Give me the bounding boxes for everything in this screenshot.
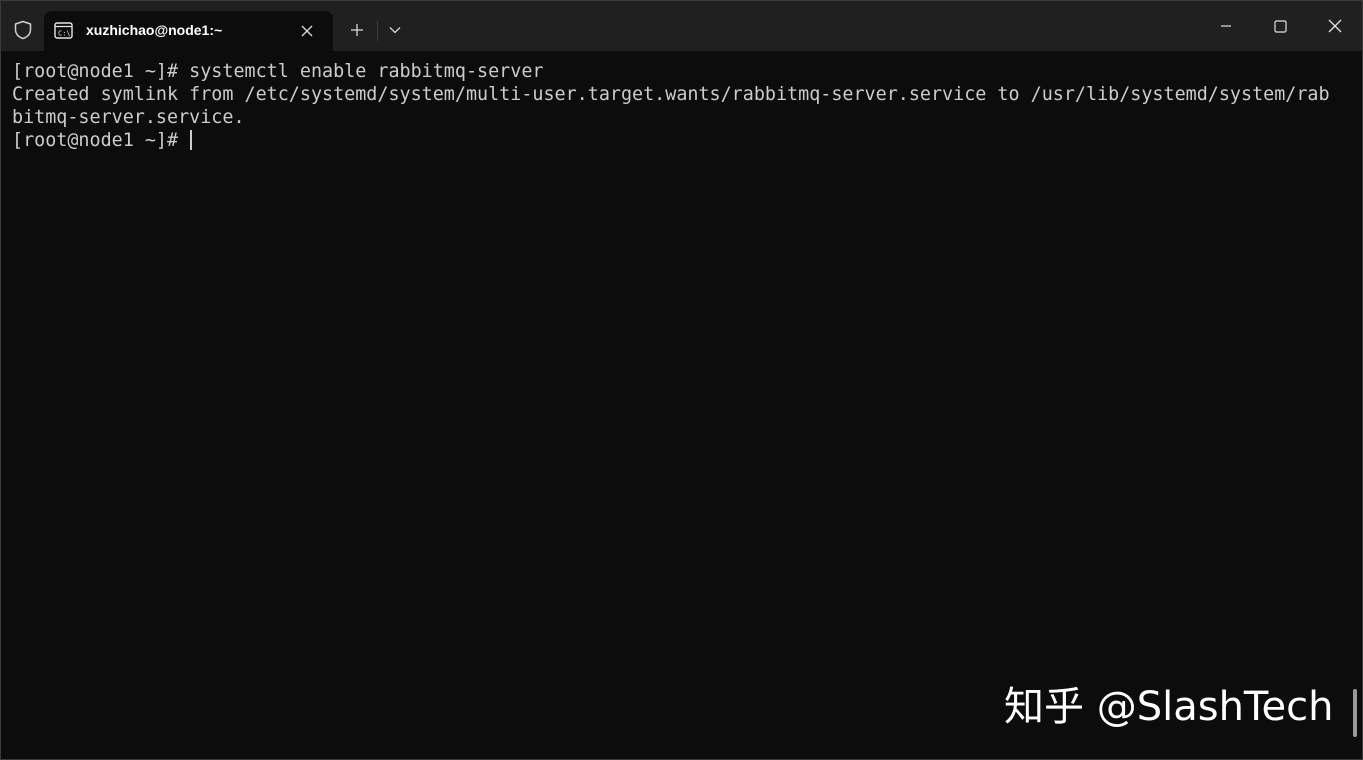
scrollbar-thumb[interactable] xyxy=(1353,689,1357,737)
terminal-line: Created symlink from /etc/systemd/system… xyxy=(12,84,1330,105)
chevron-down-icon[interactable] xyxy=(382,17,408,43)
maximize-icon[interactable] xyxy=(1253,1,1307,51)
tab-active[interactable]: C:\ xuzhichao@node1:~ xyxy=(44,11,333,51)
close-icon[interactable] xyxy=(297,21,317,41)
terminal-output[interactable]: [root@node1 ~]# systemctl enable rabbitm… xyxy=(12,60,1342,740)
svg-text:C:\: C:\ xyxy=(58,30,71,38)
title-bar: C:\ xuzhichao@node1:~ xyxy=(1,1,1362,51)
text-cursor xyxy=(190,130,193,150)
terminal-prompt-line[interactable]: [root@node1 ~]# xyxy=(12,129,1342,152)
terminal-line: bitmq-server.service. xyxy=(12,107,245,128)
close-icon[interactable] xyxy=(1308,1,1362,51)
terminal-window: C:\ xuzhichao@node1:~ [root@node1 ~]# sy… xyxy=(0,0,1363,760)
plus-icon[interactable] xyxy=(344,17,370,43)
shield-icon[interactable] xyxy=(9,16,37,44)
minimize-icon[interactable] xyxy=(1199,1,1253,51)
watermark: 知乎 @SlashTech xyxy=(1004,684,1334,730)
tab-title: xuzhichao@node1:~ xyxy=(86,22,223,38)
tab-divider xyxy=(377,21,378,41)
terminal-line: [root@node1 ~]# systemctl enable rabbitm… xyxy=(12,61,544,82)
terminal-prompt: [root@node1 ~]# xyxy=(12,130,190,151)
terminal-icon: C:\ xyxy=(54,22,73,39)
